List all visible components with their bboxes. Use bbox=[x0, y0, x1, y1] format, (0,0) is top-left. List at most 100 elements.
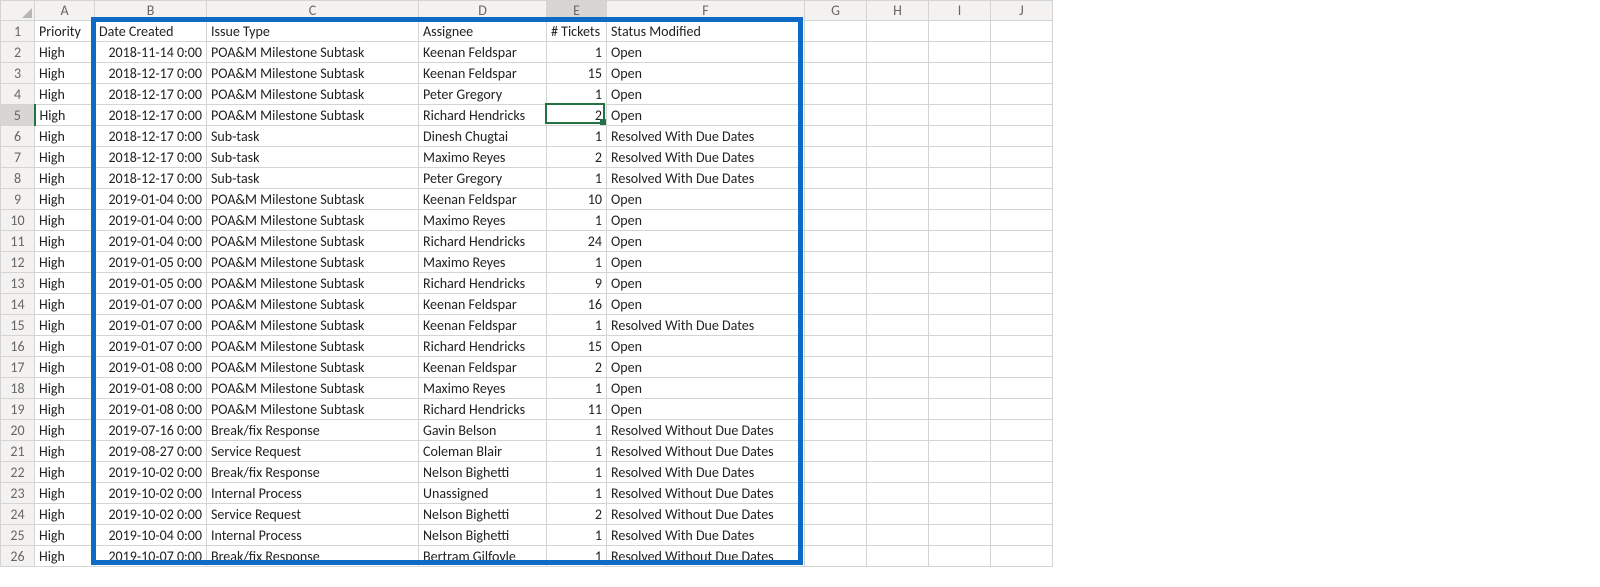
cell-D14[interactable]: Keenan Feldspar bbox=[419, 294, 547, 315]
cell-E17[interactable]: 2 bbox=[547, 357, 607, 378]
cell-C21[interactable]: Service Request bbox=[207, 441, 419, 462]
cell-F1[interactable]: Status Modified bbox=[607, 21, 805, 42]
cell-J4[interactable] bbox=[991, 84, 1053, 105]
cell-G3[interactable] bbox=[805, 63, 867, 84]
cell-F23[interactable]: Resolved Without Due Dates bbox=[607, 483, 805, 504]
cell-C8[interactable]: Sub-task bbox=[207, 168, 419, 189]
cell-B5[interactable]: 2018-12-17 0:00 bbox=[95, 105, 207, 126]
cell-G9[interactable] bbox=[805, 189, 867, 210]
cell-H6[interactable] bbox=[867, 126, 929, 147]
cell-G10[interactable] bbox=[805, 210, 867, 231]
cell-B3[interactable]: 2018-12-17 0:00 bbox=[95, 63, 207, 84]
cell-G7[interactable] bbox=[805, 147, 867, 168]
cell-I7[interactable] bbox=[929, 147, 991, 168]
cell-A26[interactable]: High bbox=[35, 546, 95, 567]
cell-G15[interactable] bbox=[805, 315, 867, 336]
cell-C23[interactable]: Internal Process bbox=[207, 483, 419, 504]
cell-J16[interactable] bbox=[991, 336, 1053, 357]
row-header-9[interactable]: 9 bbox=[1, 189, 35, 210]
cell-J11[interactable] bbox=[991, 231, 1053, 252]
cell-A17[interactable]: High bbox=[35, 357, 95, 378]
column-headers[interactable]: ABCDEFGHIJ bbox=[1, 1, 1053, 21]
column-header-C[interactable]: C bbox=[207, 1, 419, 21]
cell-A14[interactable]: High bbox=[35, 294, 95, 315]
column-header-B[interactable]: B bbox=[95, 1, 207, 21]
cell-C26[interactable]: Break/fix Response bbox=[207, 546, 419, 567]
cell-E11[interactable]: 24 bbox=[547, 231, 607, 252]
cell-F14[interactable]: Open bbox=[607, 294, 805, 315]
row-header-3[interactable]: 3 bbox=[1, 63, 35, 84]
cell-F6[interactable]: Resolved With Due Dates bbox=[607, 126, 805, 147]
row-header-8[interactable]: 8 bbox=[1, 168, 35, 189]
cell-F16[interactable]: Open bbox=[607, 336, 805, 357]
row-header-14[interactable]: 14 bbox=[1, 294, 35, 315]
cell-D21[interactable]: Coleman Blair bbox=[419, 441, 547, 462]
cell-C24[interactable]: Service Request bbox=[207, 504, 419, 525]
cell-I16[interactable] bbox=[929, 336, 991, 357]
row-header-24[interactable]: 24 bbox=[1, 504, 35, 525]
cell-I8[interactable] bbox=[929, 168, 991, 189]
cell-D17[interactable]: Keenan Feldspar bbox=[419, 357, 547, 378]
cell-J6[interactable] bbox=[991, 126, 1053, 147]
cell-J26[interactable] bbox=[991, 546, 1053, 567]
cell-D12[interactable]: Maximo Reyes bbox=[419, 252, 547, 273]
row-header-13[interactable]: 13 bbox=[1, 273, 35, 294]
cell-D10[interactable]: Maximo Reyes bbox=[419, 210, 547, 231]
cell-B11[interactable]: 2019-01-04 0:00 bbox=[95, 231, 207, 252]
cell-B18[interactable]: 2019-01-08 0:00 bbox=[95, 378, 207, 399]
cell-I21[interactable] bbox=[929, 441, 991, 462]
row-header-2[interactable]: 2 bbox=[1, 42, 35, 63]
cell-H10[interactable] bbox=[867, 210, 929, 231]
cell-G2[interactable] bbox=[805, 42, 867, 63]
cell-I23[interactable] bbox=[929, 483, 991, 504]
cell-I13[interactable] bbox=[929, 273, 991, 294]
cell-F15[interactable]: Resolved With Due Dates bbox=[607, 315, 805, 336]
column-header-H[interactable]: H bbox=[867, 1, 929, 21]
cell-B20[interactable]: 2019-07-16 0:00 bbox=[95, 420, 207, 441]
cell-I4[interactable] bbox=[929, 84, 991, 105]
cell-C9[interactable]: POA&M Milestone Subtask bbox=[207, 189, 419, 210]
cell-B12[interactable]: 2019-01-05 0:00 bbox=[95, 252, 207, 273]
cell-A2[interactable]: High bbox=[35, 42, 95, 63]
cell-A12[interactable]: High bbox=[35, 252, 95, 273]
column-header-E[interactable]: E bbox=[547, 1, 607, 21]
cell-J5[interactable] bbox=[991, 105, 1053, 126]
cell-G21[interactable] bbox=[805, 441, 867, 462]
cell-J18[interactable] bbox=[991, 378, 1053, 399]
row-header-12[interactable]: 12 bbox=[1, 252, 35, 273]
cell-C2[interactable]: POA&M Milestone Subtask bbox=[207, 42, 419, 63]
cell-D24[interactable]: Nelson Bighetti bbox=[419, 504, 547, 525]
cell-J25[interactable] bbox=[991, 525, 1053, 546]
cell-C25[interactable]: Internal Process bbox=[207, 525, 419, 546]
cell-C14[interactable]: POA&M Milestone Subtask bbox=[207, 294, 419, 315]
cell-E24[interactable]: 2 bbox=[547, 504, 607, 525]
row-header-1[interactable]: 1 bbox=[1, 21, 35, 42]
cell-B14[interactable]: 2019-01-07 0:00 bbox=[95, 294, 207, 315]
row-header-4[interactable]: 4 bbox=[1, 84, 35, 105]
cell-E2[interactable]: 1 bbox=[547, 42, 607, 63]
cell-H14[interactable] bbox=[867, 294, 929, 315]
cell-G8[interactable] bbox=[805, 168, 867, 189]
cell-J3[interactable] bbox=[991, 63, 1053, 84]
row-header-16[interactable]: 16 bbox=[1, 336, 35, 357]
cell-I3[interactable] bbox=[929, 63, 991, 84]
column-header-J[interactable]: J bbox=[991, 1, 1053, 21]
cell-E7[interactable]: 2 bbox=[547, 147, 607, 168]
cell-A4[interactable]: High bbox=[35, 84, 95, 105]
cell-B6[interactable]: 2018-12-17 0:00 bbox=[95, 126, 207, 147]
cell-H7[interactable] bbox=[867, 147, 929, 168]
cell-G23[interactable] bbox=[805, 483, 867, 504]
cell-I26[interactable] bbox=[929, 546, 991, 567]
row-header-21[interactable]: 21 bbox=[1, 441, 35, 462]
cell-B26[interactable]: 2019-10-07 0:00 bbox=[95, 546, 207, 567]
cell-J14[interactable] bbox=[991, 294, 1053, 315]
cell-F26[interactable]: Resolved Without Due Dates bbox=[607, 546, 805, 567]
cell-G12[interactable] bbox=[805, 252, 867, 273]
cell-F18[interactable]: Open bbox=[607, 378, 805, 399]
row-header-10[interactable]: 10 bbox=[1, 210, 35, 231]
cell-H15[interactable] bbox=[867, 315, 929, 336]
cell-C11[interactable]: POA&M Milestone Subtask bbox=[207, 231, 419, 252]
cell-I11[interactable] bbox=[929, 231, 991, 252]
cell-D4[interactable]: Peter Gregory bbox=[419, 84, 547, 105]
cell-F7[interactable]: Resolved With Due Dates bbox=[607, 147, 805, 168]
